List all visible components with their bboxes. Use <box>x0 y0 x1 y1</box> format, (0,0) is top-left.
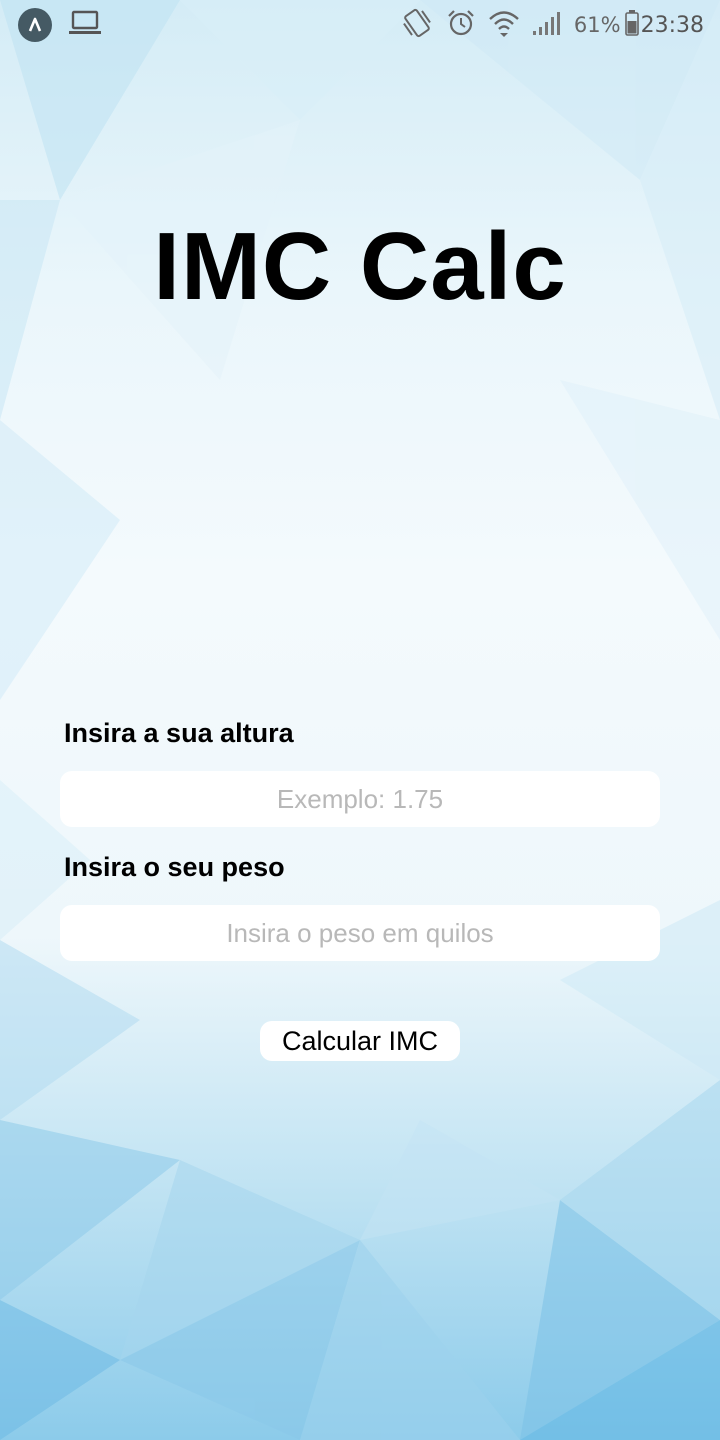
alarm-icon <box>446 8 476 43</box>
app-title: IMC Calc <box>153 213 567 320</box>
weight-input[interactable] <box>60 905 660 961</box>
calculate-button[interactable]: Calcular IMC <box>260 1021 460 1061</box>
status-time: 23:38 <box>640 12 704 38</box>
status-bar-left <box>18 8 102 42</box>
battery-icon <box>624 9 639 41</box>
height-label: Insira a sua altura <box>64 718 294 748</box>
battery-percent: 61% <box>573 13 621 37</box>
signal-icon <box>532 10 562 41</box>
wifi-icon <box>488 8 520 43</box>
weight-label: Insira o seu peso <box>64 852 285 882</box>
status-bar-right: 61% 23:38 <box>400 6 704 44</box>
status-bar: 61% 23:38 <box>0 0 720 50</box>
laptop-icon <box>68 10 102 41</box>
height-input[interactable] <box>60 771 660 827</box>
vibrate-icon <box>400 7 434 44</box>
app-badge-icon <box>18 8 52 42</box>
